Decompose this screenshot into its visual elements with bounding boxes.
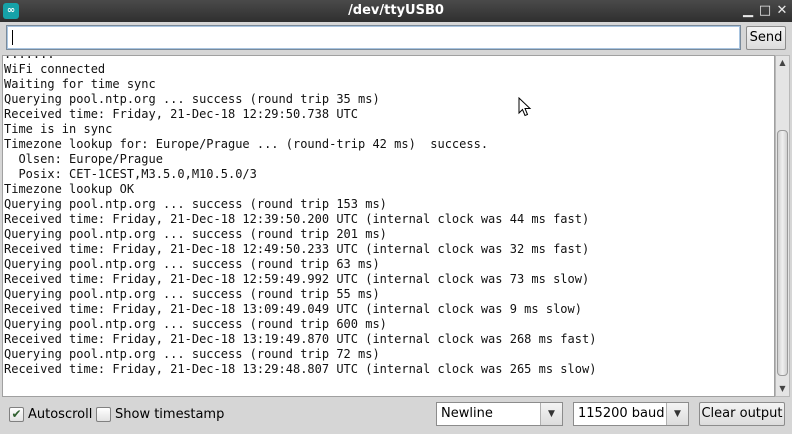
output-line: Received time: Friday, 21-Dec-18 12:59:4… bbox=[4, 272, 590, 286]
chevron-down-icon[interactable]: ▼ bbox=[666, 403, 688, 425]
output-scrollbar[interactable]: ▲ ▼ bbox=[775, 55, 790, 397]
send-button[interactable]: Send bbox=[746, 26, 786, 50]
output-line: ....... bbox=[4, 56, 774, 62]
mouse-pointer-icon bbox=[518, 97, 532, 117]
output-line: WiFi connected bbox=[4, 62, 106, 76]
baud-rate-value: 115200 baud bbox=[578, 406, 665, 421]
autoscroll-checkbox[interactable]: ✔ bbox=[9, 407, 24, 422]
output-line: Querying pool.ntp.org ... success (round… bbox=[4, 287, 380, 301]
title-bar: ∞ /dev/ttyUSB0 ▁ □ ✕ bbox=[0, 0, 792, 22]
output-line: Timezone lookup OK bbox=[4, 182, 135, 196]
close-icon[interactable]: ✕ bbox=[774, 3, 790, 19]
scroll-down-arrow-icon[interactable]: ▼ bbox=[776, 382, 789, 396]
send-row: Send bbox=[0, 22, 792, 54]
scroll-up-arrow-icon[interactable]: ▲ bbox=[776, 56, 789, 70]
output-line: Querying pool.ntp.org ... success (round… bbox=[4, 347, 380, 361]
output-line: Received time: Friday, 21-Dec-18 12:29:5… bbox=[4, 107, 359, 121]
clear-output-button[interactable]: Clear output bbox=[699, 402, 785, 426]
line-ending-select[interactable]: Newline ▼ bbox=[436, 402, 563, 426]
output-line: Received time: Friday, 21-Dec-18 12:49:5… bbox=[4, 242, 590, 256]
show-timestamp-checkbox[interactable] bbox=[96, 407, 111, 422]
output-line: Querying pool.ntp.org ... success (round… bbox=[4, 317, 387, 331]
baud-rate-select[interactable]: 115200 baud ▼ bbox=[573, 402, 689, 426]
autoscroll-label[interactable]: Autoscroll bbox=[28, 407, 92, 423]
maximize-icon[interactable]: □ bbox=[757, 3, 773, 19]
output-line: Timezone lookup for: Europe/Prague ... (… bbox=[4, 137, 489, 151]
output-line: Received time: Friday, 21-Dec-18 13:19:4… bbox=[4, 332, 597, 346]
text-caret bbox=[12, 30, 13, 45]
output-line: Querying pool.ntp.org ... success (round… bbox=[4, 257, 380, 271]
output-line: Olsen: Europe/Prague bbox=[4, 152, 163, 166]
show-timestamp-label[interactable]: Show timestamp bbox=[115, 407, 224, 423]
output-line: Waiting for time sync bbox=[4, 77, 156, 91]
serial-output-area[interactable]: .......WiFi connectedWaiting for time sy… bbox=[2, 55, 775, 397]
output-line: Querying pool.ntp.org ... success (round… bbox=[4, 227, 387, 241]
chevron-down-icon[interactable]: ▼ bbox=[540, 403, 562, 425]
output-line: Querying pool.ntp.org ... success (round… bbox=[4, 197, 387, 211]
output-line: Querying pool.ntp.org ... success (round… bbox=[4, 92, 380, 106]
output-line: Posix: CET-1CEST,M3.5.0,M10.5.0/3 bbox=[4, 167, 257, 181]
output-line: Received time: Friday, 21-Dec-18 13:09:4… bbox=[4, 302, 582, 316]
output-line: Time is in sync bbox=[4, 122, 113, 136]
line-ending-value: Newline bbox=[441, 406, 493, 421]
output-line: Received time: Friday, 21-Dec-18 13:29:4… bbox=[4, 362, 597, 376]
minimize-icon[interactable]: ▁ bbox=[740, 3, 756, 19]
bottom-bar: ✔ Autoscroll Show timestamp Newline ▼ 11… bbox=[0, 398, 792, 434]
scrollbar-thumb[interactable] bbox=[777, 130, 788, 376]
serial-send-input[interactable] bbox=[6, 25, 741, 50]
serial-output-text: .......WiFi connectedWaiting for time sy… bbox=[3, 56, 774, 377]
window-title: /dev/ttyUSB0 bbox=[348, 3, 444, 18]
output-line: Received time: Friday, 21-Dec-18 12:39:5… bbox=[4, 212, 590, 226]
